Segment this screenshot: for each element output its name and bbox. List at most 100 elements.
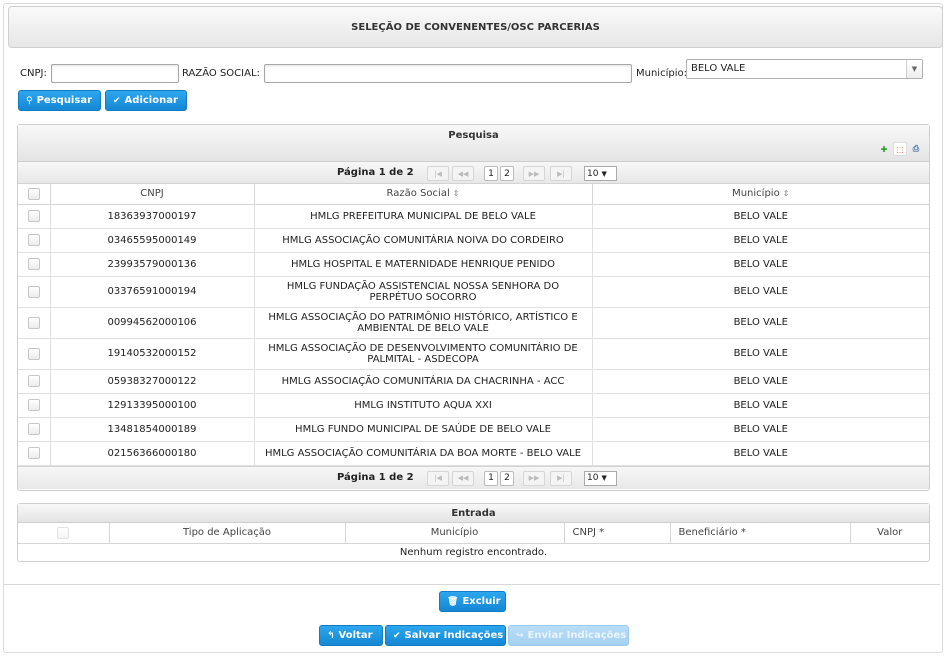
razao-social-cell: HMLG HOSPITAL E MATERNIDADE HENRIQUE PEN… xyxy=(254,252,593,277)
cnpj-input[interactable] xyxy=(51,64,179,83)
add-button-label: Adicionar xyxy=(124,95,178,106)
row-checkbox[interactable] xyxy=(27,316,40,329)
row-checkbox[interactable] xyxy=(27,447,40,459)
select-all-checkbox[interactable] xyxy=(27,187,40,200)
row-select-cell[interactable] xyxy=(18,204,51,229)
razao-social-cell: HMLG PREFEITURA MUNICIPAL DE BELO VALE xyxy=(254,204,593,229)
search-results-body: 18363937000197 HMLG PREFEITURA MUNICIPAL … xyxy=(18,204,929,466)
row-select-cell[interactable] xyxy=(18,338,51,370)
row-checkbox[interactable] xyxy=(27,234,40,246)
column-header-cnpj-label: CNPJ * xyxy=(572,527,605,539)
column-header-beneficiario-label: Beneficiário * xyxy=(678,527,746,539)
razao-social-cell: HMLG ASSOCIAÇÃO DE DESENVOLVIMENTO COMUN… xyxy=(254,338,593,370)
municipio-select[interactable]: BELO VALE ▼ xyxy=(686,59,923,79)
razao-social-input[interactable] xyxy=(264,64,632,83)
pdf-icon[interactable]: ⬚ xyxy=(893,142,907,156)
entrada-panel: Entrada Tipo de Aplicação Município CNPJ… xyxy=(17,503,930,562)
prev-page-icon[interactable]: ◀◀ xyxy=(452,166,474,181)
row-select-cell[interactable] xyxy=(18,228,51,253)
table-row[interactable]: 19140532000152 HMLG ASSOCIAÇÃO DE DESENVO… xyxy=(18,338,929,370)
row-select-cell[interactable] xyxy=(18,417,51,442)
add-button[interactable]: ✔ Adicionar xyxy=(105,90,187,111)
column-header-cnpj-label: CNPJ xyxy=(140,188,164,200)
row-select-cell[interactable] xyxy=(18,441,51,466)
search-icon: ⚲ xyxy=(26,95,33,106)
row-checkbox[interactable] xyxy=(27,399,40,411)
voltar-button[interactable]: ↰ Voltar xyxy=(319,625,383,646)
excluir-button[interactable]: 🗑 Excluir xyxy=(439,591,506,612)
page-2-button[interactable]: 2 xyxy=(500,166,514,181)
trash-icon: 🗑 xyxy=(447,596,459,607)
page-1-button[interactable]: 1 xyxy=(484,470,498,486)
page-2-button[interactable]: 2 xyxy=(500,470,514,486)
rows-per-page-select[interactable]: 10 ▼ xyxy=(584,470,617,486)
row-select-cell[interactable] xyxy=(18,252,51,277)
table-row[interactable]: 23993579000136 HMLG HOSPITAL E MATERNIDAD… xyxy=(18,252,929,277)
razao-social-label: RAZÃO SOCIAL: xyxy=(182,68,260,79)
last-page-icon[interactable]: ▶| xyxy=(550,166,572,181)
last-page-icon[interactable]: ▶| xyxy=(550,470,572,486)
row-checkbox[interactable] xyxy=(27,423,40,435)
row-checkbox[interactable] xyxy=(27,347,40,360)
row-checkbox[interactable] xyxy=(27,285,40,298)
rows-per-page-value: 10 xyxy=(587,168,599,179)
voltar-button-label: Voltar xyxy=(338,630,373,641)
table-header-row: CNPJ Razão Social ⇕ Município ⇕ xyxy=(18,184,929,205)
sort-icon[interactable]: ⇕ xyxy=(783,189,790,198)
print-icon[interactable]: ⎙ xyxy=(909,142,923,156)
row-select-cell[interactable] xyxy=(18,276,51,308)
municipio-selected-value: BELO VALE xyxy=(691,63,746,74)
table-row[interactable]: 05938327000122 HMLG ASSOCIAÇÃO COMUNITÁRI… xyxy=(18,369,929,394)
row-select-cell[interactable] xyxy=(18,393,51,418)
razao-social-cell: HMLG ASSOCIAÇÃO COMUNITÁRIA NOIVA DO COR… xyxy=(254,228,593,253)
column-header-razao-social-label: Razão Social xyxy=(386,188,450,200)
table-row[interactable]: 13481854000189 HMLG FUNDO MUNICIPAL DE SA… xyxy=(18,417,929,442)
row-checkbox[interactable] xyxy=(27,210,40,222)
search-button[interactable]: ⚲ Pesquisar xyxy=(18,90,101,111)
row-checkbox[interactable] xyxy=(27,375,40,387)
razao-social-cell: HMLG ASSOCIAÇÃO COMUNITÁRIA DA CHACRINHA… xyxy=(254,369,593,394)
column-header-tipo-label: Tipo de Aplicação xyxy=(182,527,272,539)
excel-icon[interactable]: ✚ xyxy=(877,142,891,156)
empty-message: Nenhum registro encontrado. xyxy=(399,546,548,558)
municipio-cell: BELO VALE xyxy=(592,252,929,277)
salvar-indicacoes-button[interactable]: ✔ Salvar Indicações xyxy=(385,625,506,646)
table-row[interactable]: 12913395000100 HMLG INSTITUTO AQUA XXI BEL… xyxy=(18,393,929,418)
cnpj-cell: 05938327000122 xyxy=(50,369,255,394)
next-page-icon[interactable]: ▶▶ xyxy=(523,470,545,486)
table-row[interactable]: 03376591000194 HMLG FUNDAÇÃO ASSISTENCIAL… xyxy=(18,276,929,308)
prev-page-icon[interactable]: ◀◀ xyxy=(452,470,474,486)
row-select-cell[interactable] xyxy=(18,369,51,394)
select-all-cell[interactable] xyxy=(18,523,110,544)
row-checkbox[interactable] xyxy=(27,258,40,270)
column-header-razao-social[interactable]: Razão Social ⇕ xyxy=(254,184,593,205)
cnpj-cell: 00994562000106 xyxy=(50,307,255,339)
municipio-cell: BELO VALE xyxy=(592,307,929,339)
select-all-cell[interactable] xyxy=(18,184,51,205)
row-select-cell[interactable] xyxy=(18,307,51,339)
column-header-municipio[interactable]: Município ⇕ xyxy=(592,184,929,205)
first-page-icon[interactable]: |◀ xyxy=(427,166,449,181)
cnpj-cell: 19140532000152 xyxy=(50,338,255,370)
back-arrow-icon: ↰ xyxy=(327,630,335,641)
top-paginator: Página 1 de 2 |◀ ◀◀ 1 2 ▶▶ ▶| 10 ▼ xyxy=(18,162,929,184)
enviar-indicacoes-button[interactable]: ↪ Enviar Indicações xyxy=(508,625,629,646)
cnpj-cell: 12913395000100 xyxy=(50,393,255,418)
municipio-cell: BELO VALE xyxy=(592,393,929,418)
cnpj-cell: 03465595000149 xyxy=(50,228,255,253)
search-button-label: Pesquisar xyxy=(36,95,92,106)
sort-icon[interactable]: ⇕ xyxy=(453,189,460,198)
page-indicator: Página 1 de 2 xyxy=(337,167,414,178)
table-row[interactable]: 03465595000149 HMLG ASSOCIAÇÃO COMUNITÁRI… xyxy=(18,228,929,253)
table-row[interactable]: 00994562000106 HMLG ASSOCIAÇÃO DO PATRIMÔ… xyxy=(18,307,929,339)
page-1-button[interactable]: 1 xyxy=(484,166,498,181)
select-all-checkbox[interactable] xyxy=(57,526,70,539)
rows-per-page-select[interactable]: 10 ▼ xyxy=(584,166,617,181)
table-row[interactable]: 02156366000180 HMLG ASSOCIAÇÃO COMUNITÁRI… xyxy=(18,441,929,466)
chevron-down-icon[interactable]: ▼ xyxy=(906,60,922,78)
municipio-cell: BELO VALE xyxy=(592,228,929,253)
table-row[interactable]: 18363937000197 HMLG PREFEITURA MUNICIPAL … xyxy=(18,204,929,229)
column-header-municipio: Município xyxy=(345,523,565,544)
first-page-icon[interactable]: |◀ xyxy=(427,470,449,486)
next-page-icon[interactable]: ▶▶ xyxy=(523,166,545,181)
